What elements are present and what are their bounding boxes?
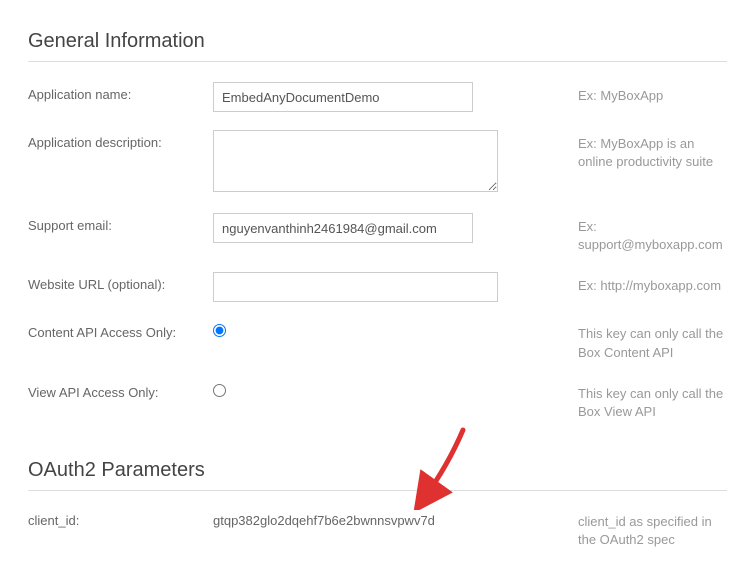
row-app-name: Application name: Ex: MyBoxApp: [28, 82, 727, 112]
help-view-api: This key can only call the Box View API: [503, 380, 727, 421]
row-client-id: client_id: gtqp382glo2dqehf7b6e2bwnnsvpw…: [28, 511, 727, 549]
row-content-api: Content API Access Only: This key can on…: [28, 320, 727, 361]
help-app-name: Ex: MyBoxApp: [503, 82, 727, 105]
help-website-url: Ex: http://myboxapp.com: [503, 272, 727, 295]
divider: [28, 61, 727, 62]
label-app-desc: Application description:: [28, 130, 213, 150]
label-view-api: View API Access Only:: [28, 380, 213, 400]
label-website-url: Website URL (optional):: [28, 272, 213, 292]
divider: [28, 490, 727, 491]
help-content-api: This key can only call the Box Content A…: [503, 320, 727, 361]
help-support-email: Ex: support@myboxapp.com: [503, 213, 727, 254]
row-app-desc: Application description: Ex: MyBoxApp is…: [28, 130, 727, 195]
row-support-email: Support email: Ex: support@myboxapp.com: [28, 213, 727, 254]
label-client-id: client_id:: [28, 511, 213, 528]
radio-view-api[interactable]: [213, 384, 226, 397]
row-view-api: View API Access Only: This key can only …: [28, 380, 727, 421]
help-client-id: client_id as specified in the OAuth2 spe…: [503, 511, 727, 549]
label-app-name: Application name:: [28, 82, 213, 102]
label-content-api: Content API Access Only:: [28, 320, 213, 340]
oauth-title: OAuth2 Parameters: [28, 459, 727, 482]
input-support-email[interactable]: [213, 213, 473, 243]
radio-content-api[interactable]: [213, 324, 226, 337]
value-client-id: gtqp382glo2dqehf7b6e2bwnnsvpwv7d: [213, 511, 503, 528]
general-info-title: General Information: [28, 30, 727, 53]
help-app-desc: Ex: MyBoxApp is an online productivity s…: [503, 130, 727, 171]
input-app-name[interactable]: [213, 82, 473, 112]
label-support-email: Support email:: [28, 213, 213, 233]
input-website-url[interactable]: [213, 272, 498, 302]
input-app-desc[interactable]: [213, 130, 498, 192]
row-website-url: Website URL (optional): Ex: http://mybox…: [28, 272, 727, 302]
